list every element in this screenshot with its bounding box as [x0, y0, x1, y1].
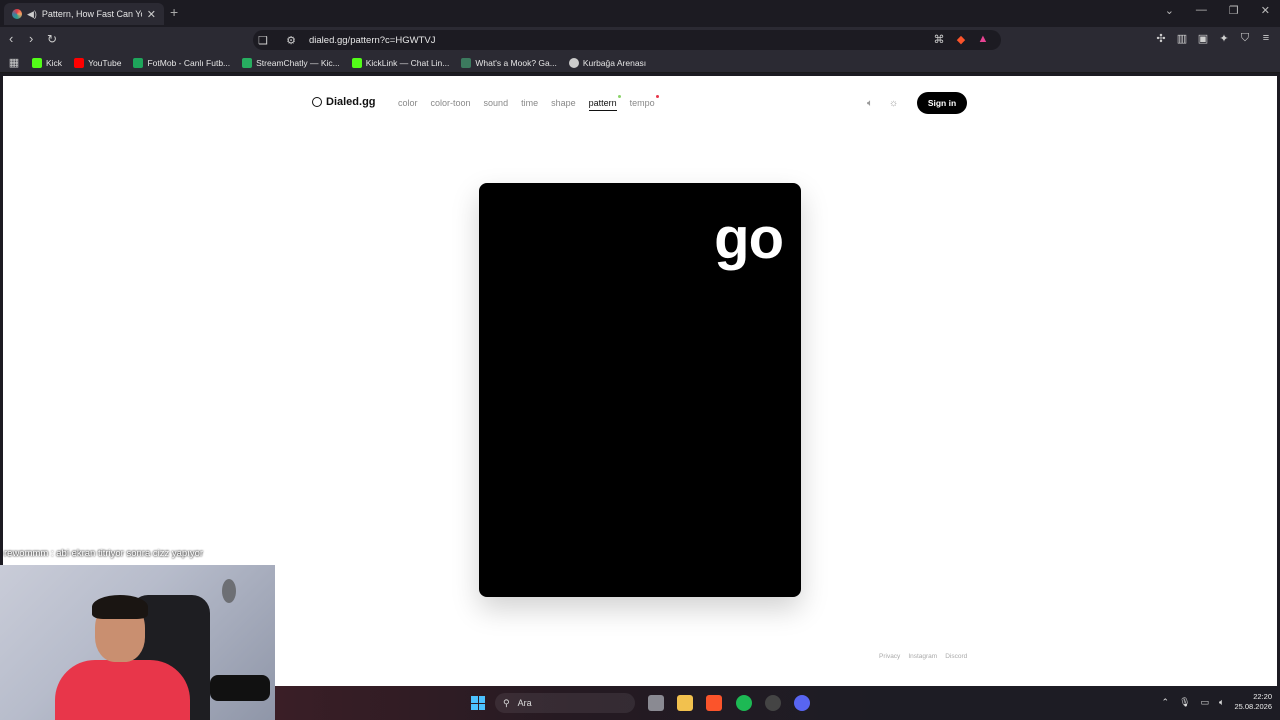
- site-info-icon[interactable]: ⚙: [285, 34, 297, 47]
- obs-icon[interactable]: [765, 695, 781, 711]
- speaker-icon[interactable]: ◀): [27, 9, 37, 20]
- game-nav: color color-toon sound time shape patter…: [398, 95, 659, 111]
- kick-icon: [32, 57, 42, 68]
- webcam-streamer-body: [55, 660, 190, 720]
- theme-toggle-icon[interactable]: ☼: [889, 98, 898, 109]
- task-view-icon[interactable]: [648, 695, 664, 711]
- header-icons: 🔈︎ ☼: [867, 98, 898, 109]
- site-favicon-icon: [12, 9, 22, 19]
- search-icon: ⚲: [503, 697, 510, 708]
- wallet-icon[interactable]: ▣: [1197, 32, 1209, 45]
- nav-shape[interactable]: shape: [551, 98, 576, 111]
- sidebar-icon[interactable]: ▥: [1176, 32, 1188, 45]
- bookmark-fotmob[interactable]: FotMob - Canlı Futb...: [133, 57, 230, 68]
- restore-icon[interactable]: ❐: [1229, 4, 1239, 17]
- taskbar-clock[interactable]: 22:20 25.08.2026: [1234, 692, 1272, 712]
- new-tab-icon[interactable]: +: [170, 4, 178, 20]
- menu-icon[interactable]: ≡: [1260, 32, 1272, 44]
- stream-chat-message: rewommm : abi ekran titriyor sonra cizz …: [4, 548, 204, 559]
- site-header: Dialed.gg color color-toon sound time sh…: [312, 92, 972, 114]
- tab-list-icon[interactable]: ⌄: [1165, 4, 1174, 17]
- footer-privacy-link[interactable]: Privacy: [879, 653, 900, 660]
- browser-tab-active[interactable]: ◀) Pattern, How Fast Can You Fi... ✕: [4, 3, 164, 25]
- bookmark-streamchatly[interactable]: StreamChatly — Kic...: [242, 57, 340, 68]
- link-icon: [351, 57, 362, 68]
- nav-color-toon[interactable]: color-toon: [431, 98, 471, 111]
- apps-grid-icon[interactable]: ▦: [8, 57, 20, 69]
- spotify-icon[interactable]: [736, 695, 752, 711]
- footer-links: Privacy Instagram Discord: [879, 653, 967, 660]
- tab-title: Pattern, How Fast Can You Fi...: [41, 9, 142, 19]
- bookmark-kick[interactable]: Kick: [32, 57, 62, 68]
- sound-toggle-icon[interactable]: 🔈︎: [867, 98, 873, 109]
- translate-icon[interactable]: ⌘: [933, 33, 945, 46]
- bookmark-youtube[interactable]: YouTube: [74, 57, 121, 68]
- microphone-icon[interactable]: 🎙︎: [1179, 697, 1190, 708]
- mook-icon: [461, 57, 472, 68]
- tab-bar: ◀) Pattern, How Fast Can You Fi... ✕ + ⌄…: [0, 0, 1280, 27]
- brave-browser-icon[interactable]: [706, 695, 722, 711]
- sign-in-button[interactable]: Sign in: [917, 92, 967, 114]
- extensions-icon[interactable]: ✣: [1155, 32, 1167, 45]
- minimize-icon[interactable]: —: [1196, 4, 1207, 17]
- footer-instagram-link[interactable]: Instagram: [908, 653, 937, 660]
- toolbar-icons: ✣ ▥ ▣ ✦ ⛉ ≡: [1155, 32, 1272, 45]
- webcam-background-lamp: [222, 579, 236, 603]
- new-dot-icon: [655, 95, 659, 98]
- nav-color[interactable]: color: [398, 98, 418, 111]
- address-bar-actions: ⌘ ◆ ▲: [933, 33, 989, 46]
- chevron-up-icon[interactable]: ⌃: [1162, 697, 1170, 708]
- youtube-icon: [74, 57, 85, 68]
- webcam-microphone: [210, 675, 270, 701]
- system-tray: ⌃ 🎙︎ ▭ 🔈︎ 22:20 25.08.2026: [1162, 692, 1272, 712]
- bookmark-mook[interactable]: What's a Mook? Ga...: [461, 57, 557, 68]
- bookmark-icon[interactable]: ❑: [257, 34, 269, 47]
- fotmob-icon: [133, 57, 144, 68]
- brave-rewards-icon[interactable]: ▲: [977, 33, 989, 45]
- file-explorer-icon[interactable]: [677, 695, 693, 711]
- dial-logo-icon: [312, 97, 322, 107]
- footer-discord-link[interactable]: Discord: [945, 653, 967, 660]
- streamchatly-icon: [242, 57, 253, 68]
- windows-taskbar: ⚲ Ara ⌃ 🎙︎ ▭ 🔈︎ 22:20 25.08.2026: [275, 686, 1280, 720]
- nav-tempo[interactable]: tempo: [630, 95, 659, 111]
- close-window-icon[interactable]: ✕: [1261, 4, 1270, 17]
- brave-shields-icon[interactable]: ◆: [955, 33, 967, 46]
- reload-icon[interactable]: ↻: [47, 32, 57, 46]
- back-icon[interactable]: ‹: [9, 31, 13, 46]
- nav-sound[interactable]: sound: [484, 98, 509, 111]
- windows-start-icon[interactable]: [471, 696, 485, 710]
- taskbar-search[interactable]: ⚲ Ara: [495, 693, 635, 713]
- webcam-streamer-hair: [92, 595, 148, 619]
- leo-ai-icon[interactable]: ✦: [1218, 32, 1230, 45]
- webcam-overlay: [0, 565, 275, 720]
- close-tab-icon[interactable]: ✕: [147, 8, 156, 21]
- url-text[interactable]: dialed.gg/pattern?c=HGWTVJ: [309, 35, 435, 46]
- pattern-game-board[interactable]: go: [479, 183, 801, 597]
- globe-icon: [568, 57, 579, 68]
- navigation-bar: ‹ › ↻ ❑ ⚙ dialed.gg/pattern?c=HGWTVJ ⌘ ◆…: [0, 27, 1280, 53]
- go-prompt: go: [714, 206, 784, 271]
- address-bar[interactable]: ❑ ⚙ dialed.gg/pattern?c=HGWTVJ ⌘ ◆ ▲: [253, 30, 1001, 50]
- vpn-icon[interactable]: ⛉: [1239, 32, 1251, 44]
- discord-icon[interactable]: [794, 695, 810, 711]
- network-icon[interactable]: ▭: [1201, 697, 1210, 708]
- nav-time[interactable]: time: [521, 98, 538, 111]
- bookmarks-bar: ▦ Kick YouTube FotMob - Canlı Futb... St…: [0, 53, 1280, 73]
- bookmark-kurbaga[interactable]: Kurbağa Arenası: [568, 57, 646, 68]
- new-dot-icon: [617, 95, 621, 98]
- nav-pattern[interactable]: pattern: [588, 95, 621, 111]
- site-logo[interactable]: Dialed.gg: [312, 96, 376, 108]
- bookmark-kicklink[interactable]: KickLink — Chat Lin...: [351, 57, 449, 68]
- volume-icon[interactable]: 🔈︎: [1219, 697, 1224, 708]
- window-controls: ⌄ — ❐ ✕: [1165, 4, 1270, 17]
- forward-icon[interactable]: ›: [29, 31, 33, 46]
